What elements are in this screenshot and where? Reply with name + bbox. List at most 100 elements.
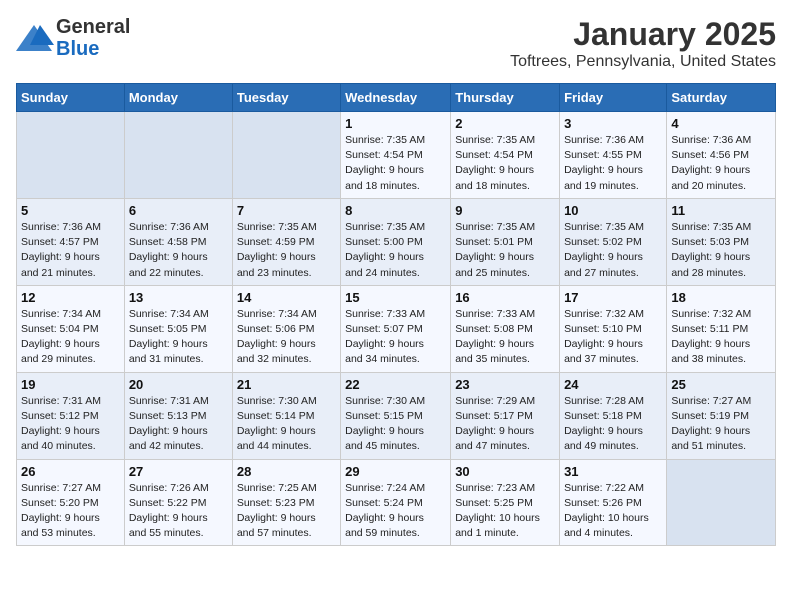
day-info: Sunrise: 7:27 AM Sunset: 5:19 PM Dayligh… <box>671 394 771 455</box>
day-info: Sunrise: 7:33 AM Sunset: 5:08 PM Dayligh… <box>455 307 555 368</box>
calendar-cell: 13Sunrise: 7:34 AM Sunset: 5:05 PM Dayli… <box>124 285 232 372</box>
day-number: 12 <box>21 290 120 305</box>
calendar-cell <box>124 112 232 199</box>
day-number: 10 <box>564 203 662 218</box>
day-number: 16 <box>455 290 555 305</box>
day-info: Sunrise: 7:30 AM Sunset: 5:14 PM Dayligh… <box>237 394 336 455</box>
location-title: Toftrees, Pennsylvania, United States <box>510 53 776 71</box>
day-info: Sunrise: 7:35 AM Sunset: 4:59 PM Dayligh… <box>237 220 336 281</box>
day-info: Sunrise: 7:34 AM Sunset: 5:05 PM Dayligh… <box>129 307 228 368</box>
day-number: 22 <box>345 377 446 392</box>
logo-general-text: General <box>56 16 130 38</box>
day-number: 19 <box>21 377 120 392</box>
day-info: Sunrise: 7:31 AM Sunset: 5:13 PM Dayligh… <box>129 394 228 455</box>
calendar-cell: 11 Sunrise: 7:35 AM Sunset: 5:03 PM Dayli… <box>667 198 776 285</box>
day-number: 18 <box>671 290 771 305</box>
day-info: Sunrise: 7:23 AM Sunset: 5:25 PM Dayligh… <box>455 481 555 542</box>
calendar-week-5: 26Sunrise: 7:27 AM Sunset: 5:20 PM Dayli… <box>17 459 776 546</box>
calendar-cell: 20 Sunrise: 7:31 AM Sunset: 5:13 PM Dayli… <box>124 372 232 459</box>
calendar-cell: 23Sunrise: 7:29 AM Sunset: 5:17 PM Dayli… <box>451 372 560 459</box>
day-info: Sunrise: 7:32 AM Sunset: 5:11 PM Dayligh… <box>671 307 771 368</box>
calendar-cell: 7 Sunrise: 7:35 AM Sunset: 4:59 PM Daylig… <box>232 198 340 285</box>
day-number: 24 <box>564 377 662 392</box>
day-info: Sunrise: 7:36 AM Sunset: 4:56 PM Dayligh… <box>671 133 771 194</box>
day-number: 7 <box>237 203 336 218</box>
day-info: Sunrise: 7:35 AM Sunset: 4:54 PM Dayligh… <box>455 133 555 194</box>
day-info: Sunrise: 7:22 AM Sunset: 5:26 PM Dayligh… <box>564 481 662 542</box>
calendar-cell: 18 Sunrise: 7:32 AM Sunset: 5:11 PM Dayli… <box>667 285 776 372</box>
calendar-cell: 3Sunrise: 7:36 AM Sunset: 4:55 PM Daylig… <box>560 112 667 199</box>
calendar-cell: 15 Sunrise: 7:33 AM Sunset: 5:07 PM Dayli… <box>341 285 451 372</box>
day-number: 23 <box>455 377 555 392</box>
calendar-cell: 12 Sunrise: 7:34 AM Sunset: 5:04 PM Dayli… <box>17 285 125 372</box>
calendar-header-row: SundayMondayTuesdayWednesdayThursdayFrid… <box>17 84 776 112</box>
calendar-week-4: 19 Sunrise: 7:31 AM Sunset: 5:12 PM Dayli… <box>17 372 776 459</box>
calendar-cell: 26Sunrise: 7:27 AM Sunset: 5:20 PM Dayli… <box>17 459 125 546</box>
day-info: Sunrise: 7:32 AM Sunset: 5:10 PM Dayligh… <box>564 307 662 368</box>
day-number: 11 <box>671 203 771 218</box>
day-info: Sunrise: 7:35 AM Sunset: 4:54 PM Dayligh… <box>345 133 446 194</box>
day-number: 3 <box>564 116 662 131</box>
day-number: 21 <box>237 377 336 392</box>
day-number: 17 <box>564 290 662 305</box>
calendar-cell: 19 Sunrise: 7:31 AM Sunset: 5:12 PM Dayli… <box>17 372 125 459</box>
day-info: Sunrise: 7:34 AM Sunset: 5:04 PM Dayligh… <box>21 307 120 368</box>
day-info: Sunrise: 7:26 AM Sunset: 5:22 PM Dayligh… <box>129 481 228 542</box>
calendar-cell: 27 Sunrise: 7:26 AM Sunset: 5:22 PM Dayli… <box>124 459 232 546</box>
calendar-cell: 5Sunrise: 7:36 AM Sunset: 4:57 PM Daylig… <box>17 198 125 285</box>
day-info: Sunrise: 7:35 AM Sunset: 5:02 PM Dayligh… <box>564 220 662 281</box>
calendar-cell: 25Sunrise: 7:27 AM Sunset: 5:19 PM Dayli… <box>667 372 776 459</box>
calendar-cell: 2Sunrise: 7:35 AM Sunset: 4:54 PM Daylig… <box>451 112 560 199</box>
header-cell-tuesday: Tuesday <box>232 84 340 112</box>
calendar-cell: 22Sunrise: 7:30 AM Sunset: 5:15 PM Dayli… <box>341 372 451 459</box>
day-info: Sunrise: 7:25 AM Sunset: 5:23 PM Dayligh… <box>237 481 336 542</box>
header-cell-sunday: Sunday <box>17 84 125 112</box>
day-number: 4 <box>671 116 771 131</box>
calendar-cell: 9 Sunrise: 7:35 AM Sunset: 5:01 PM Daylig… <box>451 198 560 285</box>
calendar-cell: 29Sunrise: 7:24 AM Sunset: 5:24 PM Dayli… <box>341 459 451 546</box>
calendar-cell: 31 Sunrise: 7:22 AM Sunset: 5:26 PM Dayli… <box>560 459 667 546</box>
calendar-cell: 14Sunrise: 7:34 AM Sunset: 5:06 PM Dayli… <box>232 285 340 372</box>
day-number: 9 <box>455 203 555 218</box>
calendar-cell: 21 Sunrise: 7:30 AM Sunset: 5:14 PM Dayli… <box>232 372 340 459</box>
calendar-table: SundayMondayTuesdayWednesdayThursdayFrid… <box>16 83 776 546</box>
day-info: Sunrise: 7:36 AM Sunset: 4:57 PM Dayligh… <box>21 220 120 281</box>
calendar-cell <box>232 112 340 199</box>
header-cell-saturday: Saturday <box>667 84 776 112</box>
day-info: Sunrise: 7:35 AM Sunset: 5:00 PM Dayligh… <box>345 220 446 281</box>
calendar-cell: 8 Sunrise: 7:35 AM Sunset: 5:00 PM Daylig… <box>341 198 451 285</box>
calendar-week-3: 12 Sunrise: 7:34 AM Sunset: 5:04 PM Dayli… <box>17 285 776 372</box>
logo-icon <box>16 23 54 53</box>
day-info: Sunrise: 7:28 AM Sunset: 5:18 PM Dayligh… <box>564 394 662 455</box>
day-number: 8 <box>345 203 446 218</box>
calendar-week-2: 5Sunrise: 7:36 AM Sunset: 4:57 PM Daylig… <box>17 198 776 285</box>
day-number: 31 <box>564 464 662 479</box>
day-number: 30 <box>455 464 555 479</box>
day-number: 6 <box>129 203 228 218</box>
logo: General Blue <box>16 16 130 60</box>
day-number: 29 <box>345 464 446 479</box>
calendar-cell: 30 Sunrise: 7:23 AM Sunset: 5:25 PM Dayli… <box>451 459 560 546</box>
day-info: Sunrise: 7:33 AM Sunset: 5:07 PM Dayligh… <box>345 307 446 368</box>
calendar-cell: 10 Sunrise: 7:35 AM Sunset: 5:02 PM Dayli… <box>560 198 667 285</box>
day-info: Sunrise: 7:34 AM Sunset: 5:06 PM Dayligh… <box>237 307 336 368</box>
day-info: Sunrise: 7:35 AM Sunset: 5:01 PM Dayligh… <box>455 220 555 281</box>
month-title: January 2025 <box>510 16 776 53</box>
day-number: 27 <box>129 464 228 479</box>
day-info: Sunrise: 7:36 AM Sunset: 4:58 PM Dayligh… <box>129 220 228 281</box>
day-number: 20 <box>129 377 228 392</box>
header-cell-thursday: Thursday <box>451 84 560 112</box>
calendar-cell: 6 Sunrise: 7:36 AM Sunset: 4:58 PM Daylig… <box>124 198 232 285</box>
title-block: January 2025 Toftrees, Pennsylvania, Uni… <box>510 16 776 71</box>
day-info: Sunrise: 7:31 AM Sunset: 5:12 PM Dayligh… <box>21 394 120 455</box>
day-info: Sunrise: 7:35 AM Sunset: 5:03 PM Dayligh… <box>671 220 771 281</box>
day-number: 15 <box>345 290 446 305</box>
calendar-cell: 28Sunrise: 7:25 AM Sunset: 5:23 PM Dayli… <box>232 459 340 546</box>
logo-blue-text: Blue <box>56 38 130 60</box>
calendar-cell: 1Sunrise: 7:35 AM Sunset: 4:54 PM Daylig… <box>341 112 451 199</box>
calendar-cell <box>667 459 776 546</box>
calendar-cell: 4 Sunrise: 7:36 AM Sunset: 4:56 PM Daylig… <box>667 112 776 199</box>
calendar-cell: 17 Sunrise: 7:32 AM Sunset: 5:10 PM Dayli… <box>560 285 667 372</box>
calendar-week-1: 1Sunrise: 7:35 AM Sunset: 4:54 PM Daylig… <box>17 112 776 199</box>
day-number: 26 <box>21 464 120 479</box>
